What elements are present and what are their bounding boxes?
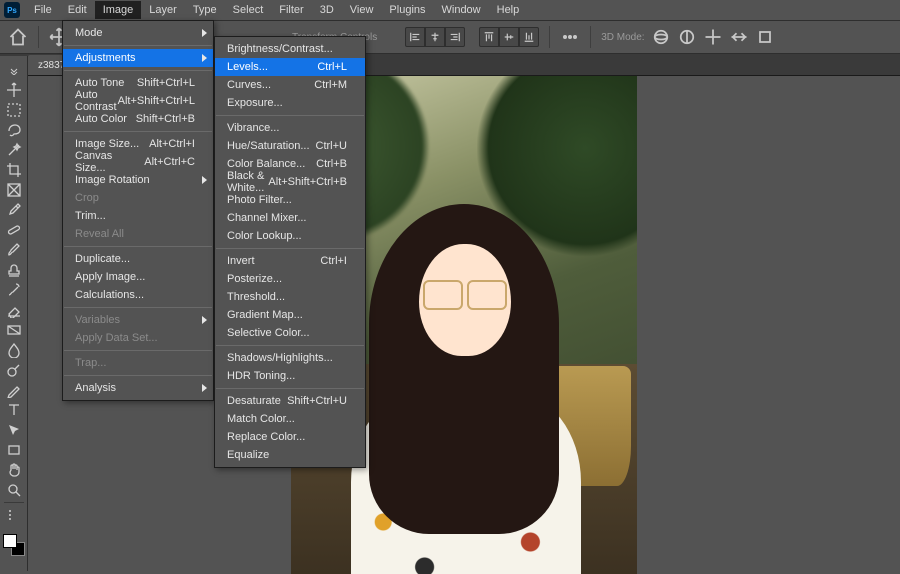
menu-window[interactable]: Window: [434, 1, 489, 19]
image-menu-variables: Variables: [63, 311, 213, 329]
align-right-icon[interactable]: [445, 27, 465, 47]
adjustments-hdr-toning[interactable]: HDR Toning...: [215, 367, 365, 385]
toolbar-expand-icon[interactable]: [9, 66, 19, 76]
align-top-icon[interactable]: [479, 27, 499, 47]
gradient-tool[interactable]: [2, 320, 26, 340]
app-logo: Ps: [4, 2, 20, 18]
align-bottom-icon[interactable]: [519, 27, 539, 47]
adjustments-color-lookup[interactable]: Color Lookup...: [215, 227, 365, 245]
rectangle-tool[interactable]: [2, 440, 26, 460]
hand-tool[interactable]: [2, 460, 26, 480]
3d-mode-label: 3D Mode:: [601, 32, 644, 43]
zoom-tool[interactable]: [2, 480, 26, 500]
history-brush-tool[interactable]: [2, 280, 26, 300]
edit-toolbar-icon[interactable]: [2, 505, 26, 525]
image-menu-auto-contrast[interactable]: Auto ContrastAlt+Shift+Ctrl+L: [63, 92, 213, 110]
adjustments-selective-color[interactable]: Selective Color...: [215, 324, 365, 342]
image-menu-crop: Crop: [63, 189, 213, 207]
pen-tool[interactable]: [2, 380, 26, 400]
menu-bar: Ps FileEditImageLayerTypeSelectFilter3DV…: [0, 0, 900, 20]
path-select-tool[interactable]: [2, 420, 26, 440]
adjustments-photo-filter[interactable]: Photo Filter...: [215, 191, 365, 209]
align-hcenter-icon[interactable]: [425, 27, 445, 47]
image-menu-trim[interactable]: Trim...: [63, 207, 213, 225]
image-menu-canvas-size[interactable]: Canvas Size...Alt+Ctrl+C: [63, 153, 213, 171]
menu-help[interactable]: Help: [489, 1, 528, 19]
image-menu-analysis[interactable]: Analysis: [63, 379, 213, 397]
brush-tool[interactable]: [2, 240, 26, 260]
adjustments-levels[interactable]: Levels...Ctrl+L: [215, 58, 365, 76]
crop-tool[interactable]: [2, 160, 26, 180]
move-tool[interactable]: [2, 80, 26, 100]
align-horizontal-group[interactable]: [405, 27, 465, 47]
blur-tool[interactable]: [2, 340, 26, 360]
color-swatches[interactable]: [2, 533, 26, 557]
menu-filter[interactable]: Filter: [271, 1, 311, 19]
image-menu[interactable]: ModeAdjustmentsAuto ToneShift+Ctrl+LAuto…: [62, 20, 214, 401]
image-menu-reveal-all: Reveal All: [63, 225, 213, 243]
eyedropper-tool[interactable]: [2, 200, 26, 220]
adjustments-gradient-map[interactable]: Gradient Map...: [215, 306, 365, 324]
3d-roll-icon[interactable]: [677, 27, 697, 47]
menu-plugins[interactable]: Plugins: [381, 1, 433, 19]
eraser-tool[interactable]: [2, 300, 26, 320]
align-vcenter-icon[interactable]: [499, 27, 519, 47]
adjustments-channel-mixer[interactable]: Channel Mixer...: [215, 209, 365, 227]
adjustments-brightness-contrast[interactable]: Brightness/Contrast...: [215, 40, 365, 58]
image-menu-trap: Trap...: [63, 354, 213, 372]
3d-slide-icon[interactable]: [729, 27, 749, 47]
adjustments-submenu[interactable]: Brightness/Contrast...Levels...Ctrl+LCur…: [214, 36, 366, 468]
lasso-tool[interactable]: [2, 120, 26, 140]
frame-tool[interactable]: [2, 180, 26, 200]
adjustments-posterize[interactable]: Posterize...: [215, 270, 365, 288]
adjustments-curves[interactable]: Curves...Ctrl+M: [215, 76, 365, 94]
adjustments-black-white[interactable]: Black & White...Alt+Shift+Ctrl+B: [215, 173, 365, 191]
adjustments-shadows-highlights[interactable]: Shadows/Highlights...: [215, 349, 365, 367]
image-menu-apply-image[interactable]: Apply Image...: [63, 268, 213, 286]
tools-panel: [0, 56, 28, 571]
image-menu-apply-data-set: Apply Data Set...: [63, 329, 213, 347]
image-menu-image-rotation[interactable]: Image Rotation: [63, 171, 213, 189]
marquee-tool[interactable]: [2, 100, 26, 120]
more-options-icon[interactable]: [560, 27, 580, 47]
menu-select[interactable]: Select: [225, 1, 272, 19]
image-menu-calculations[interactable]: Calculations...: [63, 286, 213, 304]
menu-type[interactable]: Type: [185, 1, 225, 19]
menu-image[interactable]: Image: [95, 1, 142, 19]
type-tool[interactable]: [2, 400, 26, 420]
foreground-color[interactable]: [3, 534, 17, 548]
menu-edit[interactable]: Edit: [60, 1, 95, 19]
adjustments-hue-saturation[interactable]: Hue/Saturation...Ctrl+U: [215, 137, 365, 155]
adjustments-vibrance[interactable]: Vibrance...: [215, 119, 365, 137]
menu-view[interactable]: View: [342, 1, 382, 19]
adjustments-invert[interactable]: InvertCtrl+I: [215, 252, 365, 270]
magic-wand-tool[interactable]: [2, 140, 26, 160]
adjustments-desaturate[interactable]: DesaturateShift+Ctrl+U: [215, 392, 365, 410]
align-vertical-group[interactable]: [479, 27, 539, 47]
3d-scale-icon[interactable]: [755, 27, 775, 47]
image-menu-adjustments[interactable]: Adjustments: [63, 49, 213, 67]
home-icon[interactable]: [8, 27, 28, 47]
menu-file[interactable]: File: [26, 1, 60, 19]
align-left-icon[interactable]: [405, 27, 425, 47]
image-menu-auto-color[interactable]: Auto ColorShift+Ctrl+B: [63, 110, 213, 128]
healing-brush-tool[interactable]: [2, 220, 26, 240]
adjustments-replace-color[interactable]: Replace Color...: [215, 428, 365, 446]
adjustments-equalize[interactable]: Equalize: [215, 446, 365, 464]
adjustments-match-color[interactable]: Match Color...: [215, 410, 365, 428]
3d-orbit-icon[interactable]: [651, 27, 671, 47]
menu-layer[interactable]: Layer: [141, 1, 185, 19]
image-menu-duplicate[interactable]: Duplicate...: [63, 250, 213, 268]
menu-3d[interactable]: 3D: [312, 1, 342, 19]
adjustments-threshold[interactable]: Threshold...: [215, 288, 365, 306]
adjustments-exposure[interactable]: Exposure...: [215, 94, 365, 112]
image-menu-mode[interactable]: Mode: [63, 24, 213, 42]
3d-pan-icon[interactable]: [703, 27, 723, 47]
dodge-tool[interactable]: [2, 360, 26, 380]
clone-stamp-tool[interactable]: [2, 260, 26, 280]
